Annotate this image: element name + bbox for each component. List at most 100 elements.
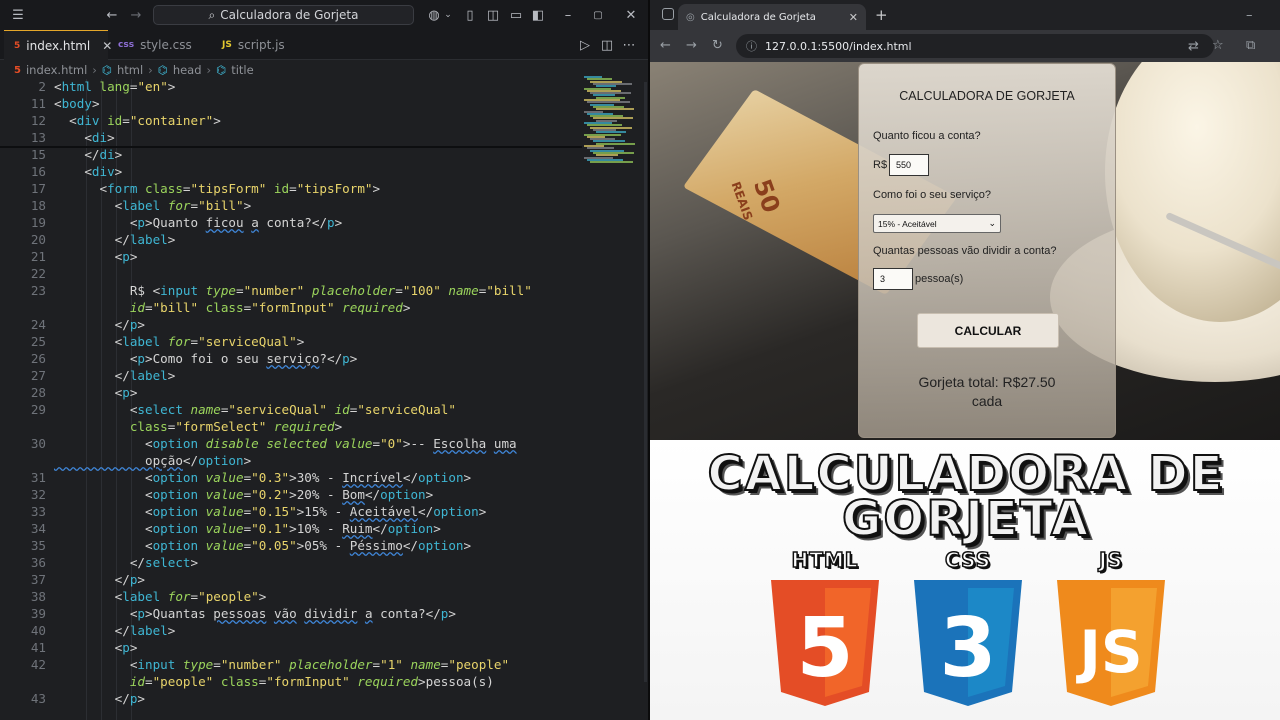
- back-arrow-icon[interactable]: ←: [104, 7, 120, 23]
- sticky-scroll-divider: [0, 146, 582, 148]
- people-input[interactable]: 3: [873, 268, 913, 290]
- line-number: 38: [30, 589, 46, 604]
- code-token: >: [334, 419, 343, 434]
- close-icon[interactable]: ✕: [849, 11, 858, 24]
- code-line[interactable]: </p>: [54, 317, 145, 332]
- code-line[interactable]: <p>Quanto ficou a conta?</p>: [54, 215, 342, 230]
- minimize-icon[interactable]: –: [560, 7, 576, 23]
- tip-result-line: Gorjeta total: R$27.50: [918, 374, 1056, 390]
- breadcrumb-item[interactable]: html: [117, 63, 143, 77]
- code-line[interactable]: </di>: [54, 147, 122, 162]
- code-line[interactable]: <select name="serviceQual" id="serviceQu…: [54, 402, 456, 417]
- code-token: <: [54, 589, 123, 604]
- code-line[interactable]: <option value="0.2">20% - Bom</option>: [54, 487, 433, 502]
- breadcrumb-item[interactable]: head: [173, 63, 202, 77]
- code-token: >: [463, 538, 472, 553]
- editor-scrollbar[interactable]: [644, 82, 647, 682]
- code-token: "0.15": [251, 504, 297, 519]
- close-icon[interactable]: ✕: [623, 7, 639, 23]
- code-line[interactable]: id="bill" class="formInput" required>: [54, 300, 411, 315]
- layout-sidebar-icon[interactable]: ▯: [462, 7, 478, 23]
- code-token: </: [425, 606, 441, 621]
- code-token: required: [334, 300, 403, 315]
- code-line[interactable]: <option value="0.05">05% - Péssimo</opti…: [54, 538, 471, 553]
- code-line[interactable]: id="people" class="formInput" required>p…: [54, 674, 494, 689]
- code-token: placeholder: [304, 283, 396, 298]
- reload-icon[interactable]: ↻: [712, 38, 723, 53]
- calculate-button[interactable]: CALCULAR: [917, 313, 1059, 348]
- code-line[interactable]: </label>: [54, 368, 176, 383]
- code-line[interactable]: </p>: [54, 691, 145, 706]
- code-line[interactable]: <option value="0.1">10% - Ruim</option>: [54, 521, 441, 536]
- code-line[interactable]: <html lang="en">: [54, 79, 175, 94]
- code-line[interactable]: </select>: [54, 555, 198, 570]
- bookmark-star-icon[interactable]: ☆: [1212, 38, 1224, 53]
- layout-split-icon[interactable]: ◫: [485, 7, 501, 23]
- code-line[interactable]: class="formSelect" required>: [54, 419, 342, 434]
- run-icon[interactable]: ▷: [577, 37, 593, 53]
- extensions-icon[interactable]: ⧉: [1246, 38, 1255, 53]
- new-tab-icon[interactable]: +: [875, 6, 888, 24]
- chevron-down-icon[interactable]: ⌄: [440, 7, 456, 23]
- address-bar[interactable]: ⓘ 127.0.0.1:5500/index.html: [736, 34, 1214, 58]
- site-info-icon[interactable]: ⓘ: [746, 38, 757, 54]
- minimize-icon[interactable]: –: [1246, 8, 1253, 23]
- service-select[interactable]: 15% - Aceitável ⌄: [873, 214, 1001, 233]
- back-arrow-icon[interactable]: ←: [660, 38, 671, 53]
- code-line[interactable]: <p>Como foi o seu serviço?</p>: [54, 351, 358, 366]
- menu-icon[interactable]: ☰: [10, 7, 26, 23]
- code-line[interactable]: opção</option>: [54, 453, 251, 468]
- code-line[interactable]: </label>: [54, 232, 176, 247]
- code-line[interactable]: <input type="number" placeholder="1" nam…: [54, 657, 509, 672]
- code-token: >: [137, 572, 146, 587]
- code-line[interactable]: <p>Quantas pessoas vão dividir a conta?<…: [54, 606, 456, 621]
- code-token: </: [182, 453, 199, 468]
- code-line[interactable]: <div id="container">: [54, 113, 221, 128]
- code-line[interactable]: <option disable selected value="0">-- Es…: [54, 436, 517, 451]
- layout-aux-icon[interactable]: ◧: [530, 7, 546, 23]
- code-token: >: [372, 181, 381, 196]
- code-line[interactable]: <form class="tipsForm" id="tipsForm">: [54, 181, 380, 196]
- code-token: <: [54, 79, 62, 94]
- forward-arrow-icon[interactable]: →: [128, 7, 144, 23]
- code-line[interactable]: </p>: [54, 572, 145, 587]
- code-line[interactable]: </label>: [54, 623, 176, 638]
- code-token: =: [145, 674, 153, 689]
- code-line[interactable]: R$ <input type="number" placeholder="100…: [54, 283, 532, 298]
- minimap[interactable]: [584, 76, 646, 166]
- code-line[interactable]: <p>: [54, 385, 138, 400]
- code-line[interactable]: <p>: [54, 640, 138, 655]
- layout-panel-icon[interactable]: ▭: [508, 7, 524, 23]
- code-line[interactable]: <label for="serviceQual">: [54, 334, 305, 349]
- code-token: >: [137, 691, 146, 706]
- code-line[interactable]: <body>: [54, 96, 100, 111]
- code-area[interactable]: 2 <html lang="en"> 11 <body> 12 <div id="con…: [0, 79, 582, 720]
- tab-search-icon[interactable]: [662, 8, 674, 20]
- forward-arrow-icon[interactable]: →: [686, 38, 697, 53]
- code-token: =: [236, 283, 244, 298]
- more-actions-icon[interactable]: ⋯: [621, 37, 637, 53]
- split-editor-icon[interactable]: ◫: [599, 37, 615, 53]
- translate-icon[interactable]: ⇄: [1188, 39, 1199, 54]
- command-search[interactable]: ⌕ Calculadora de Gorjeta: [153, 5, 414, 25]
- code-token: class: [54, 419, 168, 434]
- breadcrumb-item[interactable]: title: [231, 63, 253, 77]
- code-line[interactable]: <option value="0.15">15% - Aceitável</op…: [54, 504, 486, 519]
- breadcrumb-item[interactable]: index.html: [26, 63, 87, 77]
- code-line[interactable]: <option value="0.3">30% - Incrível</opti…: [54, 470, 471, 485]
- code-line[interactable]: <label for="bill">: [54, 198, 252, 213]
- browser-tab[interactable]: ◎ Calculadora de Gorjeta ✕: [678, 4, 866, 30]
- tab-style-css[interactable]: css style.css: [108, 30, 212, 60]
- line-number: 42: [30, 657, 46, 672]
- code-line[interactable]: <div>: [54, 164, 122, 179]
- tab-index-html[interactable]: 5 index.html ✕: [4, 30, 112, 60]
- thumbnail-overlay: CALCULADORA DE GORJETA HTML 5 CSS 3 JS J…: [650, 440, 1280, 720]
- code-line[interactable]: <p>: [54, 249, 138, 264]
- code-token: 15% -: [304, 504, 350, 519]
- code-token: p: [327, 215, 335, 230]
- bill-input[interactable]: 550: [889, 154, 929, 176]
- code-line[interactable]: <label for="people">: [54, 589, 267, 604]
- code-line[interactable]: <di>: [54, 130, 114, 145]
- tab-script-js[interactable]: JS script.js: [212, 30, 312, 60]
- maximize-icon[interactable]: ▢: [590, 7, 606, 23]
